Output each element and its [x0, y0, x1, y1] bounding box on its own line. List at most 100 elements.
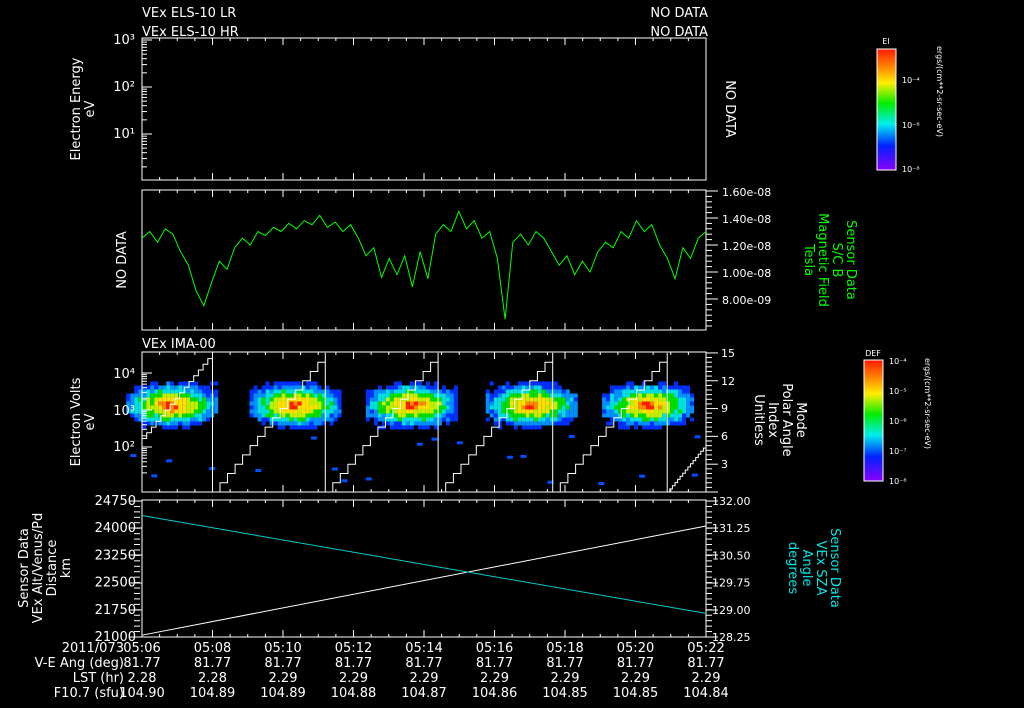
- spectrogram-cell: [682, 389, 687, 394]
- spectrogram-cell: [277, 413, 282, 418]
- spectrogram-cell: [602, 409, 607, 414]
- spectrogram-cell: [654, 397, 659, 402]
- spectrogram-cell: [521, 385, 526, 390]
- spectrogram-cell: [154, 409, 159, 414]
- spectrogram-cell: [630, 385, 635, 390]
- spectrogram-cell: [529, 385, 534, 390]
- spectrogram-cell: [513, 409, 518, 414]
- spectrogram-cell: [646, 425, 651, 430]
- p1-no-data: NO DATA: [722, 80, 737, 138]
- spectrogram-cell: [309, 385, 314, 390]
- spectrogram-cell: [614, 385, 619, 390]
- spectrogram-cell: [377, 389, 382, 394]
- spectrogram-cell: [561, 397, 566, 402]
- spectrogram-cell: [537, 381, 542, 386]
- p4-ytick: 23250: [95, 548, 136, 563]
- spectrogram-cell: [249, 397, 254, 402]
- spectrogram-cell: [686, 393, 691, 398]
- spectrogram-cell: [569, 397, 574, 402]
- spectrogram-cell: [134, 393, 139, 398]
- spectrogram-cell: [166, 389, 171, 394]
- spectrogram-cell: [198, 393, 203, 398]
- spectrogram-cell: [622, 409, 627, 414]
- spectrogram-cell: [310, 436, 317, 440]
- spectrogram-cell: [325, 397, 330, 402]
- spectrogram-cell: [682, 417, 687, 422]
- spectrogram-cell: [162, 389, 167, 394]
- spectrogram-cell: [630, 405, 635, 410]
- spectrogram-cell: [638, 413, 643, 418]
- spectrogram-cell: [150, 421, 155, 426]
- spectrogram-cell: [658, 389, 663, 394]
- spectrogram-cell: [509, 401, 514, 406]
- spectrogram-cell: [417, 405, 422, 410]
- spectrogram-cell: [389, 425, 394, 430]
- spectrogram-cell: [397, 385, 402, 390]
- spectrogram-cell: [626, 393, 631, 398]
- spectrogram-cell: [529, 425, 534, 430]
- spectrogram-cell: [638, 397, 643, 402]
- spectrogram-cell: [553, 401, 558, 406]
- spectrogram-cell: [650, 413, 655, 418]
- spectrogram-cell: [513, 425, 518, 430]
- spectrogram-cell: [417, 421, 422, 426]
- spectrogram-cell: [178, 397, 183, 402]
- spectrogram-cell: [449, 389, 454, 394]
- spectrogram-cell: [505, 421, 510, 426]
- spectrogram-cell: [569, 413, 574, 418]
- spectrogram-cell: [158, 401, 163, 406]
- spectrogram-cell: [377, 413, 382, 418]
- spectrogram-cell: [194, 421, 199, 426]
- spectrogram-cell: [421, 393, 426, 398]
- spectrogram-cell: [682, 413, 687, 418]
- spectrogram-cell: [678, 397, 683, 402]
- spectrogram-cell: [369, 397, 374, 402]
- spectrogram-cell: [453, 397, 458, 402]
- spectrogram-cell: [433, 425, 438, 430]
- spectrogram-cell: [373, 389, 378, 394]
- spectrogram-cell: [198, 385, 203, 390]
- spectrogram-cell: [277, 397, 282, 402]
- spectrogram-cell: [545, 401, 550, 406]
- spectrogram-cell: [281, 389, 286, 394]
- spectrogram-cell: [425, 401, 430, 406]
- spectrogram-cell: [277, 389, 282, 394]
- spectrogram-cell: [277, 381, 282, 386]
- spectrogram-cell: [429, 385, 434, 390]
- spectrogram-cell: [545, 421, 550, 426]
- spectrogram-cell: [194, 381, 199, 386]
- spectrogram-cell: [610, 413, 615, 418]
- spectrogram-cell: [666, 389, 671, 394]
- spectrogram-cell: [606, 397, 611, 402]
- spectrogram-cell: [533, 393, 538, 398]
- spectrogram-cell: [417, 393, 422, 398]
- spectrogram-cell: [261, 421, 266, 426]
- spectrogram-cell: [369, 401, 374, 406]
- spectrogram-cell: [166, 381, 171, 386]
- spectrogram-cell: [309, 389, 314, 394]
- spectrogram-cell: [622, 421, 627, 426]
- spectrogram-cell: [485, 401, 490, 406]
- spectrogram-cell: [421, 425, 426, 430]
- spectrogram-cell: [178, 405, 183, 410]
- spectrogram-cell: [553, 413, 558, 418]
- spectrogram-cell: [257, 417, 262, 422]
- spectrogram-cell: [646, 413, 651, 418]
- spectrogram-cell: [305, 401, 310, 406]
- spectrogram-cell: [545, 405, 550, 410]
- spectrogram-cell: [381, 397, 386, 402]
- colorbar-ei: EI 10⁻⁴ 10⁻⁶ 10⁻⁸ ergs/(cm**2-sr-sec-eV): [876, 37, 944, 174]
- spectrogram-cell: [130, 393, 135, 398]
- spectrogram-cell: [265, 417, 270, 422]
- spectrogram-cell: [162, 425, 167, 430]
- spectrogram-cell: [397, 425, 402, 430]
- spectrogram-cell: [453, 417, 458, 422]
- spectrogram-cell: [377, 385, 382, 390]
- spectrogram-cell: [162, 397, 167, 402]
- spectrogram-cell: [614, 405, 619, 410]
- spectrogram-cell: [429, 393, 434, 398]
- spectrogram-cell: [417, 385, 422, 390]
- spectrogram-cell: [537, 393, 542, 398]
- spectrogram-cell: [170, 405, 175, 410]
- spectrogram-cell: [186, 397, 191, 402]
